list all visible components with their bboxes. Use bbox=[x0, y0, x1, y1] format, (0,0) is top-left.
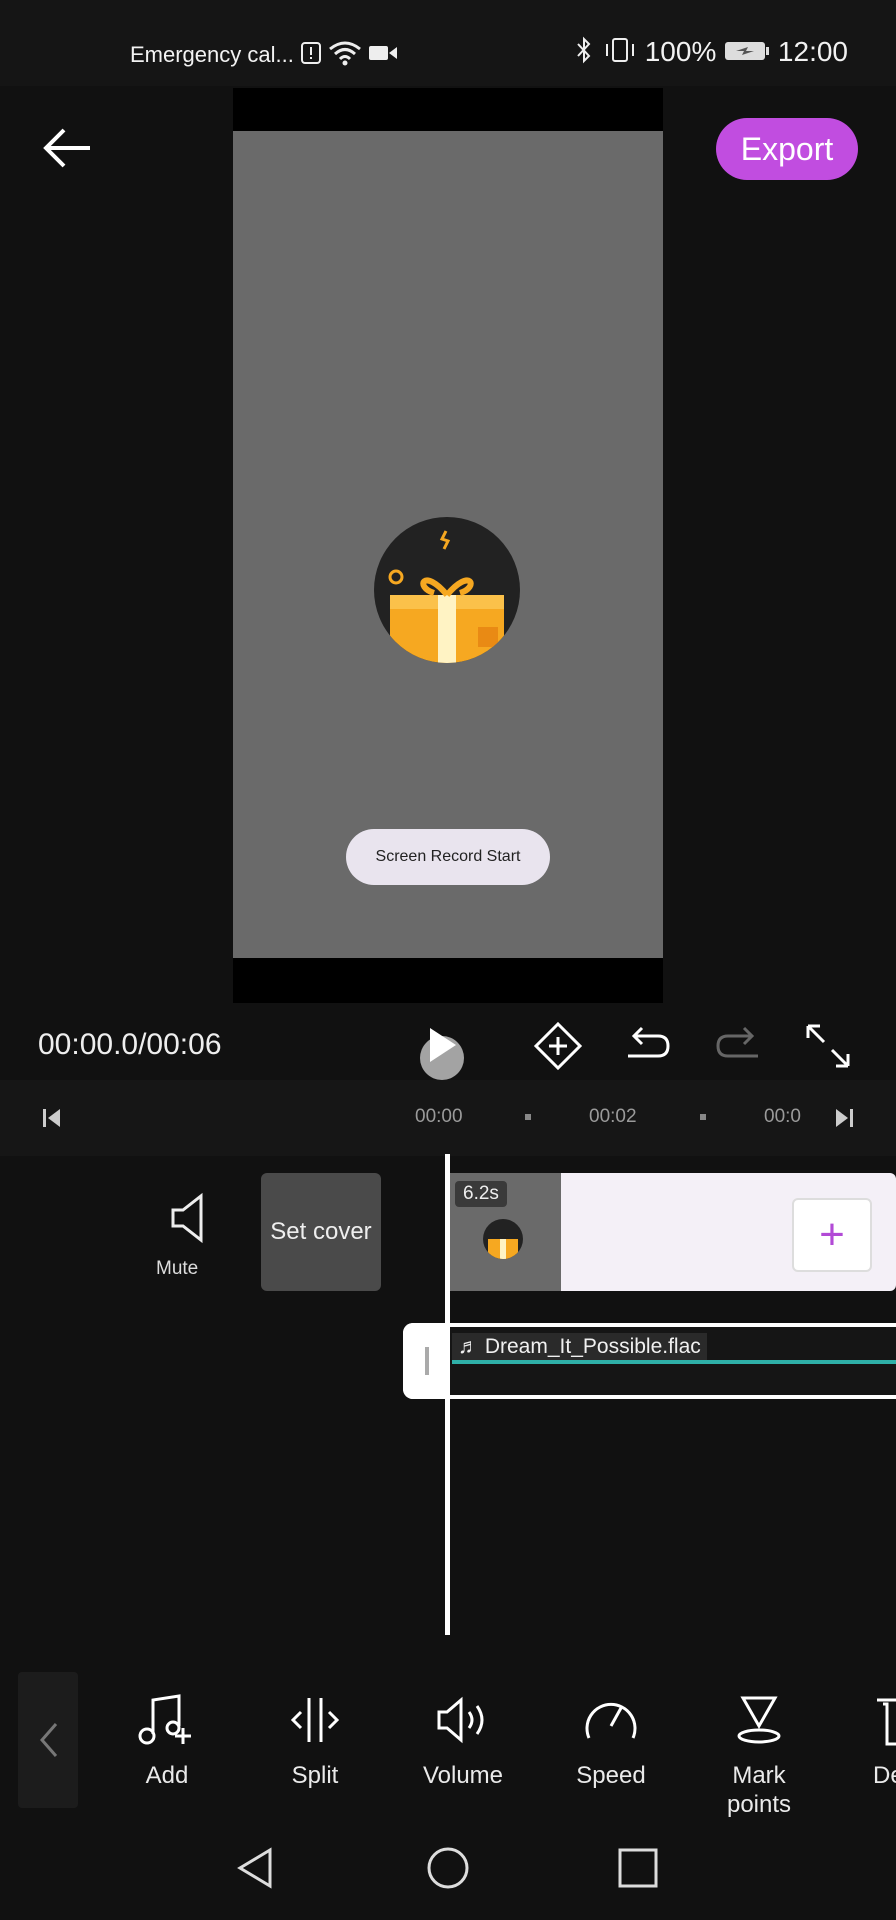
speed-icon bbox=[585, 1702, 637, 1739]
music-add-icon bbox=[138, 1694, 191, 1745]
vibrate-icon bbox=[603, 36, 637, 71]
tool-speed[interactable]: Speed bbox=[551, 1692, 671, 1790]
nav-home-icon bbox=[427, 1847, 469, 1889]
audio-waveform bbox=[452, 1360, 896, 1364]
keyframe-button[interactable] bbox=[530, 1018, 586, 1074]
redo-icon bbox=[716, 1026, 758, 1058]
status-bar: Emergency cal... 100% 12:00 bbox=[0, 0, 896, 86]
clock: 12:00 bbox=[777, 36, 848, 67]
undo-icon bbox=[628, 1026, 670, 1058]
battery-percent: 100% bbox=[644, 36, 717, 67]
tool-label: Mark points bbox=[726, 1762, 792, 1818]
status-right: 100% 12:00 bbox=[573, 36, 848, 71]
add-clip-button[interactable]: + bbox=[792, 1198, 872, 1272]
fullscreen-icon bbox=[806, 1024, 850, 1068]
nav-recents-icon bbox=[618, 1848, 658, 1888]
export-button[interactable]: Export bbox=[716, 118, 858, 180]
delete-icon bbox=[877, 1698, 896, 1746]
nav-recents-button[interactable] bbox=[614, 1844, 662, 1897]
tool-label: Speed bbox=[576, 1762, 646, 1789]
ruler-tick: 00:00 bbox=[415, 1106, 463, 1127]
nav-home-button[interactable] bbox=[424, 1844, 472, 1897]
audio-trim-handle[interactable] bbox=[403, 1323, 447, 1399]
jump-start-button[interactable] bbox=[40, 1106, 64, 1135]
battery-icon bbox=[724, 38, 770, 70]
ruler-tick: 00:02 bbox=[589, 1106, 637, 1127]
tool-split[interactable]: Split bbox=[255, 1692, 375, 1790]
mute-label: Mute bbox=[156, 1258, 199, 1279]
alert-icon bbox=[300, 41, 322, 71]
tool-mark-points[interactable]: Mark points bbox=[699, 1692, 819, 1819]
play-button[interactable] bbox=[410, 1016, 466, 1080]
back-arrow-icon bbox=[43, 128, 90, 168]
split-icon bbox=[290, 1698, 340, 1742]
back-button[interactable] bbox=[40, 120, 96, 176]
tools-back-button[interactable] bbox=[18, 1672, 78, 1808]
bluetooth-icon bbox=[573, 36, 595, 71]
system-nav-bar bbox=[0, 1840, 896, 1920]
undo-button[interactable] bbox=[620, 1018, 676, 1074]
nav-back-button[interactable] bbox=[232, 1844, 280, 1897]
status-left: Emergency cal... bbox=[130, 40, 398, 72]
skip-start-icon bbox=[43, 1109, 60, 1127]
tool-volume[interactable]: Volume bbox=[403, 1692, 523, 1790]
tool-label: Volume bbox=[422, 1762, 504, 1789]
chevron-left-icon bbox=[40, 1723, 58, 1757]
ruler-tick: 00:0 bbox=[764, 1106, 801, 1127]
clip-duration: 6.2s bbox=[455, 1181, 507, 1207]
ruler-dot bbox=[700, 1114, 706, 1120]
keyframe-icon bbox=[533, 1021, 583, 1071]
wifi-icon bbox=[328, 40, 362, 72]
tool-delete[interactable]: De bbox=[847, 1692, 896, 1790]
playhead[interactable] bbox=[445, 1154, 450, 1635]
play-icon bbox=[420, 1028, 464, 1080]
gift-icon bbox=[374, 517, 520, 663]
gift-thumb-icon bbox=[483, 1219, 523, 1259]
status-emergency-text: Emergency cal... bbox=[130, 41, 294, 67]
volume-icon bbox=[437, 1696, 484, 1744]
video-icon bbox=[368, 43, 398, 69]
jump-end-button[interactable] bbox=[832, 1106, 856, 1135]
speaker-icon bbox=[171, 1192, 203, 1244]
tool-label: De bbox=[873, 1762, 896, 1789]
skip-end-icon bbox=[836, 1109, 853, 1127]
ruler-dot bbox=[525, 1114, 531, 1120]
fullscreen-button[interactable] bbox=[800, 1018, 856, 1074]
screen-record-start-pill: Screen Record Start bbox=[346, 829, 550, 885]
nav-back-icon bbox=[237, 1847, 272, 1889]
set-cover-button[interactable]: Set cover bbox=[261, 1173, 381, 1291]
tool-label: Add bbox=[145, 1762, 189, 1789]
audio-name: ♬ Dream_It_Possible.flac bbox=[452, 1333, 707, 1361]
mark-points-icon bbox=[737, 1696, 781, 1744]
time-display: 00:00.0/00:06 bbox=[38, 1028, 222, 1061]
tool-add[interactable]: Add bbox=[107, 1692, 227, 1790]
music-note-icon: ♬ bbox=[458, 1335, 485, 1358]
tool-label: Split bbox=[291, 1762, 339, 1789]
redo-button[interactable] bbox=[710, 1018, 766, 1074]
